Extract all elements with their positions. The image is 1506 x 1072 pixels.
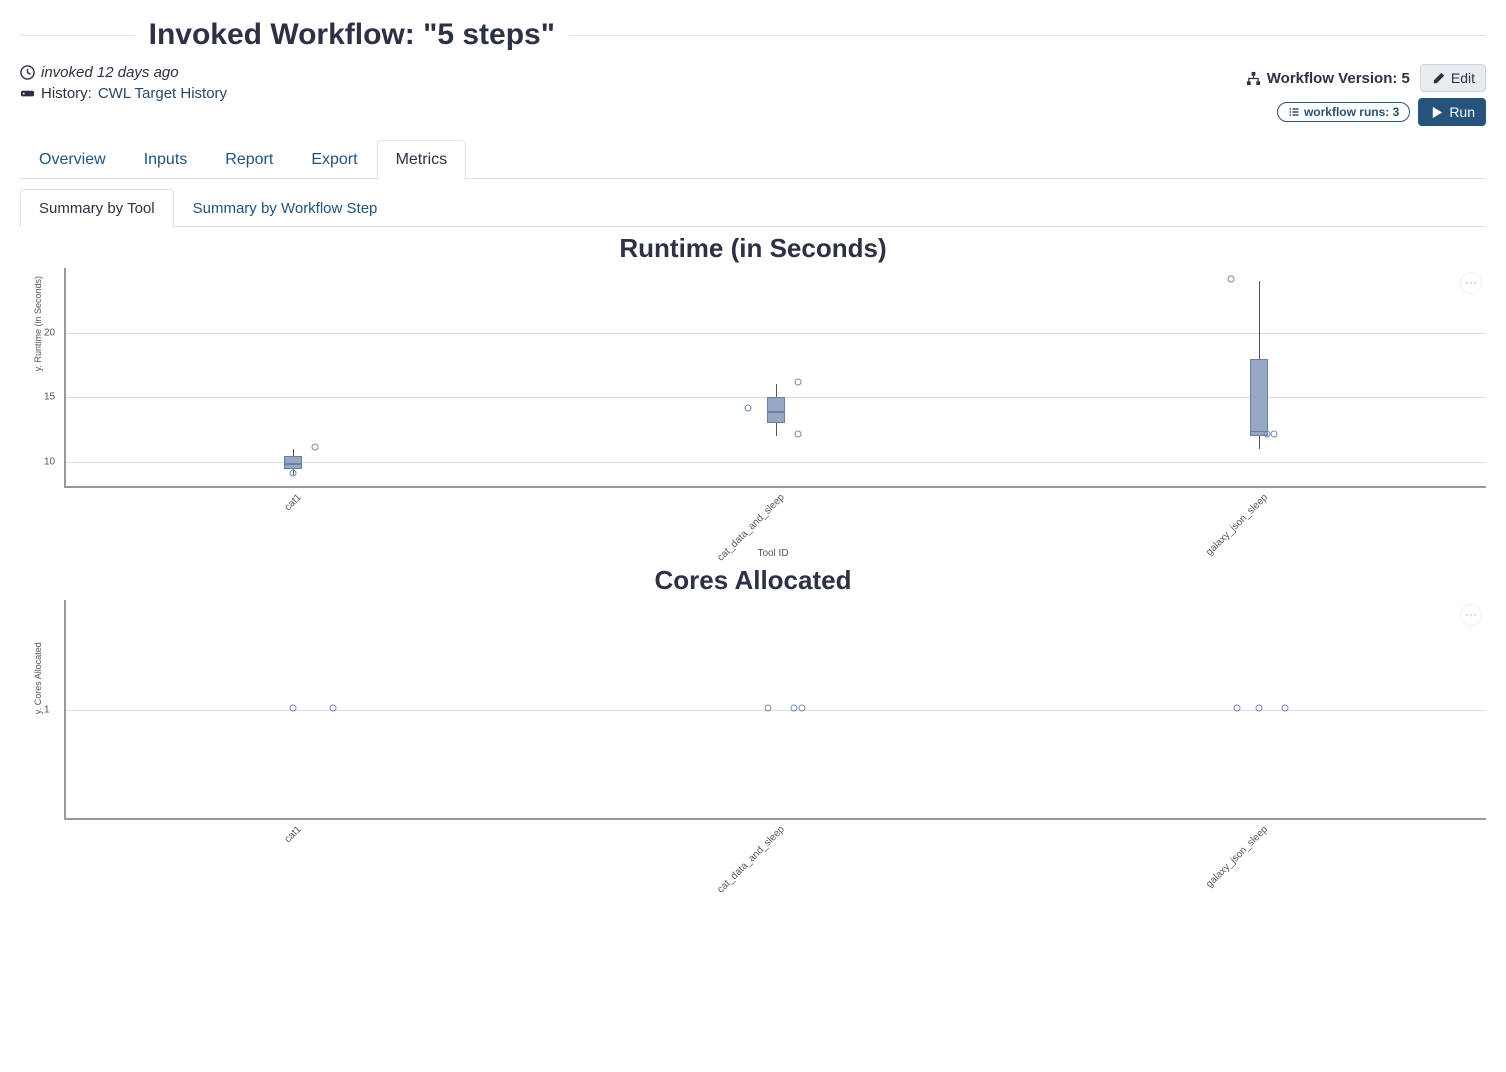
y-tick: 1	[44, 705, 50, 716]
runs-text: workflow runs: 3	[1304, 105, 1399, 119]
chart-0: Runtime (in Seconds) y. Runtime (in Secon…	[20, 233, 1486, 559]
median	[285, 463, 301, 465]
page-title: Invoked Workflow: "5 steps"	[135, 18, 569, 52]
chart-title: Cores Allocated	[20, 565, 1486, 596]
chart-wrap: y. Runtime (in Seconds)⋯101520cat1cat_da…	[60, 268, 1486, 559]
box	[284, 456, 302, 469]
divider	[569, 35, 1486, 36]
data-point	[765, 705, 772, 712]
meta-right: Workflow Version: 5 Edit workflow runs: …	[1246, 64, 1486, 126]
data-point	[799, 705, 806, 712]
chart-more-button[interactable]: ⋯	[1460, 272, 1482, 294]
x-tick: cat_data_and_sleep	[715, 824, 786, 895]
data-point	[791, 705, 798, 712]
y-tick: 15	[44, 392, 55, 403]
tab-overview[interactable]: Overview	[20, 140, 125, 179]
tab-report[interactable]: Report	[206, 140, 292, 179]
divider	[20, 35, 135, 36]
data-point	[1255, 705, 1262, 712]
plot-area[interactable]: ⋯101520	[64, 268, 1486, 488]
clock-icon	[20, 65, 35, 80]
main-tabs: OverviewInputsReportExportMetrics	[20, 140, 1486, 179]
subtab-summary-by-tool[interactable]: Summary by Tool	[20, 189, 174, 227]
data-point	[290, 470, 297, 477]
box	[1250, 359, 1268, 437]
box	[767, 397, 785, 423]
x-tick: cat_data_and_sleep	[715, 492, 786, 563]
tab-export[interactable]: Export	[292, 140, 376, 179]
gridline	[66, 462, 1486, 463]
chart-more-button[interactable]: ⋯	[1460, 604, 1482, 626]
version-row: Workflow Version: 5 Edit	[1246, 64, 1486, 92]
data-point	[1270, 431, 1277, 438]
invoked-text: invoked 12 days ago	[41, 64, 179, 81]
chart-1: Cores Allocatedy. Cores Allocated⋯1cat1c…	[20, 565, 1486, 890]
data-point	[795, 379, 802, 386]
version-text: Workflow Version: 5	[1267, 70, 1410, 87]
invoked-line: invoked 12 days ago	[20, 64, 227, 81]
play-icon	[1429, 105, 1444, 120]
list-icon	[1288, 106, 1300, 118]
tab-inputs[interactable]: Inputs	[125, 140, 207, 179]
chart-wrap: y. Cores Allocated⋯1cat1cat_data_and_sle…	[60, 600, 1486, 890]
x-ticks: cat1cat_data_and_sleepgalaxy_json_sleep	[64, 488, 1486, 558]
x-tick: cat1	[282, 492, 303, 513]
chart-title: Runtime (in Seconds)	[20, 233, 1486, 264]
runs-row: workflow runs: 3 Run	[1246, 98, 1486, 126]
sitemap-icon	[1246, 71, 1261, 86]
data-point	[795, 431, 802, 438]
x-ticks: cat1cat_data_and_sleepgalaxy_json_sleep	[64, 820, 1486, 890]
run-label: Run	[1449, 104, 1475, 120]
run-button[interactable]: Run	[1418, 98, 1486, 126]
y-tick: 20	[44, 327, 55, 338]
y-tick: 10	[44, 457, 55, 468]
data-point	[1227, 275, 1234, 282]
tab-metrics[interactable]: Metrics	[377, 140, 467, 179]
y-axis-label: y. Runtime (in Seconds)	[33, 275, 43, 370]
meta-row: invoked 12 days ago History: CWL Target …	[20, 64, 1486, 126]
edit-label: Edit	[1451, 70, 1475, 86]
sub-tabs: Summary by ToolSummary by Workflow Step	[20, 179, 1486, 227]
meta-left: invoked 12 days ago History: CWL Target …	[20, 64, 227, 106]
history-line: History: CWL Target History	[20, 85, 227, 102]
hdd-icon	[20, 86, 35, 101]
edit-icon	[1431, 71, 1446, 86]
workflow-runs-badge[interactable]: workflow runs: 3	[1277, 102, 1410, 122]
edit-button[interactable]: Edit	[1420, 64, 1486, 92]
x-tick: cat1	[282, 824, 303, 845]
y-axis-label: y. Cores Allocated	[33, 642, 43, 714]
version-label: Workflow Version: 5	[1246, 70, 1410, 87]
gridline	[66, 333, 1486, 334]
data-point	[745, 405, 752, 412]
x-tick: galaxy_json_sleep	[1204, 824, 1270, 890]
subtab-summary-by-workflow-step[interactable]: Summary by Workflow Step	[174, 189, 397, 227]
data-point	[330, 705, 337, 712]
charts-container: Runtime (in Seconds) y. Runtime (in Secon…	[20, 233, 1486, 890]
data-point	[1281, 705, 1288, 712]
x-tick: galaxy_json_sleep	[1204, 492, 1270, 558]
data-point	[1263, 431, 1270, 438]
history-link[interactable]: CWL Target History	[98, 85, 227, 102]
gridline	[66, 710, 1486, 711]
page-title-row: Invoked Workflow: "5 steps"	[20, 18, 1486, 52]
data-point	[312, 444, 319, 451]
history-label: History:	[41, 85, 92, 102]
median	[768, 411, 784, 413]
data-point	[1233, 705, 1240, 712]
data-point	[290, 705, 297, 712]
plot-area[interactable]: ⋯1	[64, 600, 1486, 820]
